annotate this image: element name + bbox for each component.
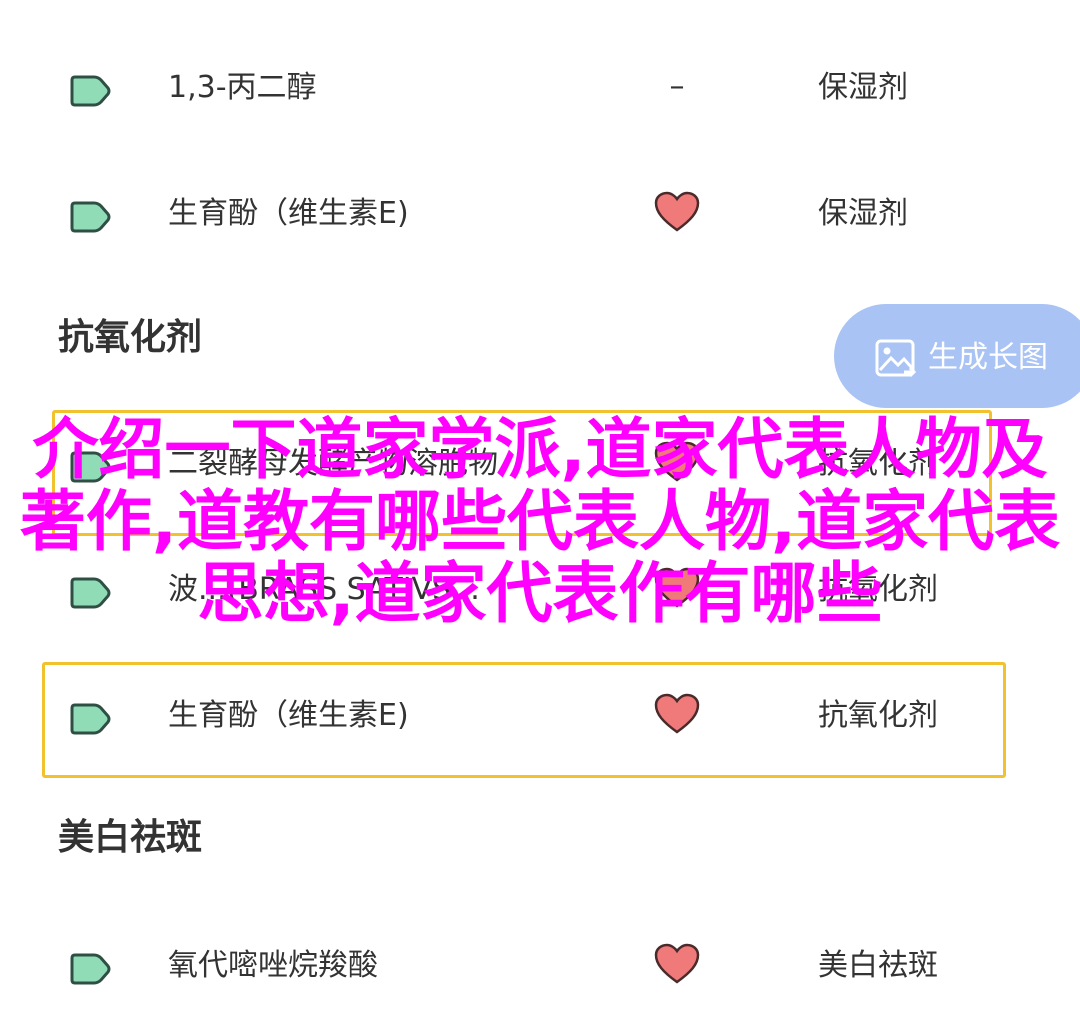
tag-icon	[70, 451, 111, 483]
heart-icon	[652, 692, 702, 738]
ingredient-name: 二裂酵母发酵产物溶胞物	[168, 446, 498, 481]
ingredient-name: 波...(BRASS SATIVS...	[168, 572, 480, 607]
heart-icon	[652, 440, 702, 486]
ingredient-function: 抗氧化剂	[818, 572, 938, 607]
ingredient-name: 1,3-丙二醇	[168, 70, 317, 105]
heart-icon	[652, 942, 702, 988]
generate-long-image-label: 生成长图	[928, 340, 1048, 375]
ingredient-name: 生育酚（维生素E)	[168, 698, 409, 733]
ingredient-list-page: 1,3-丙二醇 – 保湿剂 生育酚（维生素E) 保湿剂 抗氧化剂 生成长图 二裂…	[0, 0, 1080, 1036]
ingredient-function: 保湿剂	[818, 70, 908, 105]
tag-icon	[70, 201, 111, 233]
tag-icon	[70, 703, 111, 735]
ingredient-function: 抗氧化剂	[818, 698, 938, 733]
tag-icon	[70, 577, 111, 609]
ingredient-row[interactable]: 氧代嘧唑烷羧酸 美白祛斑	[0, 932, 1080, 1002]
ingredient-row[interactable]: 二裂酵母发酵产物溶胞物 抗氧化剂	[0, 430, 1080, 500]
ingredient-name: 生育酚（维生素E)	[168, 196, 409, 231]
ingredient-name: 氧代嘧唑烷羧酸	[168, 948, 378, 983]
generate-long-image-button[interactable]: 生成长图	[834, 304, 1080, 408]
tag-icon	[70, 75, 111, 107]
safety-dash: –	[669, 69, 685, 104]
ingredient-function: 美白祛斑	[818, 948, 938, 983]
ingredient-function: 保湿剂	[818, 196, 908, 231]
section-title-whitening: 美白祛斑	[58, 817, 203, 858]
tag-icon	[70, 953, 111, 985]
ingredient-row[interactable]: 波...(BRASS SATIVS... 抗氧化剂	[0, 556, 1080, 626]
ingredient-row[interactable]: 1,3-丙二醇 – 保湿剂	[0, 54, 1080, 124]
image-export-icon	[875, 339, 917, 378]
heart-icon	[652, 566, 702, 612]
section-title-antioxidant: 抗氧化剂	[58, 317, 203, 358]
heart-icon	[652, 190, 702, 236]
ingredient-row[interactable]: 生育酚（维生素E) 抗氧化剂	[0, 682, 1080, 752]
ingredient-row[interactable]: 生育酚（维生素E) 保湿剂	[0, 180, 1080, 250]
ingredient-function: 抗氧化剂	[818, 446, 938, 481]
